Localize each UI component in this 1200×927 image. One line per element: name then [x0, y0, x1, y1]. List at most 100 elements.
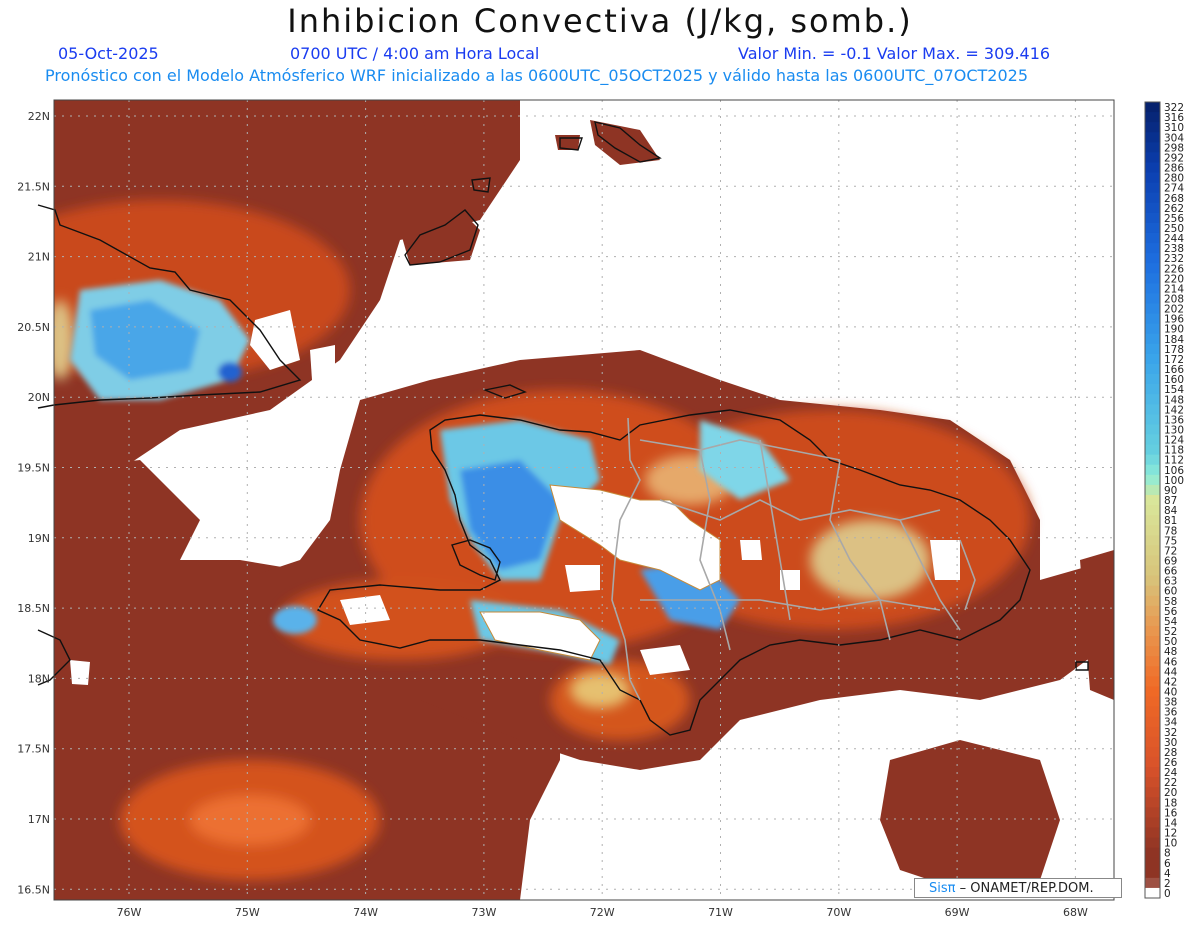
credit-text: – ONAMET/REP.DOM.: [959, 881, 1094, 896]
lat-label: 21N: [28, 251, 50, 264]
colorbar-swatch: [1145, 565, 1160, 577]
lon-label: 69W: [945, 906, 970, 919]
colorbar-swatch: [1145, 313, 1160, 325]
colorbar-swatch: [1145, 343, 1160, 355]
lat-label: 18.5N: [17, 602, 50, 615]
colorbar-swatch: [1145, 787, 1160, 798]
colorbar-swatch: [1145, 182, 1160, 194]
colorbar-swatch: [1145, 817, 1160, 828]
colorbar-swatch: [1145, 474, 1160, 486]
colorbar-swatch: [1145, 877, 1160, 889]
colorbar-swatch: [1145, 414, 1160, 425]
lon-label: 76W: [117, 906, 142, 919]
lon-label: 68W: [1063, 906, 1088, 919]
colorbar-swatch: [1145, 666, 1160, 677]
colorbar-swatch: [1145, 202, 1160, 214]
colorbar-swatch: [1145, 777, 1160, 788]
lon-label: 71W: [708, 906, 733, 919]
lon-label: 72W: [590, 906, 615, 919]
lon-label: 70W: [826, 906, 851, 919]
colorbar-swatch: [1145, 615, 1160, 627]
colorbar-swatch: [1145, 192, 1160, 204]
colorbar-swatch: [1145, 726, 1160, 738]
colorbar-swatch: [1145, 736, 1160, 748]
colorbar-swatch: [1145, 434, 1160, 446]
colorbar-swatch: [1145, 222, 1160, 234]
colorbar-swatch: [1145, 575, 1160, 587]
lon-label: 73W: [471, 906, 496, 919]
colorbar-swatch: [1145, 686, 1160, 697]
colorbar-swatch: [1145, 263, 1160, 274]
colorbar-swatch: [1145, 807, 1160, 818]
lat-label: 16.5N: [17, 883, 50, 896]
colorbar-swatch: [1145, 253, 1160, 264]
colorbar-swatch: [1145, 827, 1160, 839]
lat-label: 18N: [28, 672, 50, 685]
colorbar-swatch: [1145, 293, 1160, 305]
colorbar-swatch: [1145, 646, 1160, 657]
colorbar-swatch: [1145, 494, 1160, 506]
colorbar-swatch: [1145, 585, 1160, 597]
colorbar-swatch: [1145, 102, 1160, 113]
credit-box: Sisπ – ONAMET/REP.DOM.: [914, 878, 1122, 898]
colorbar-swatch: [1145, 505, 1160, 516]
lat-label: 19.5N: [17, 462, 50, 475]
colorbar-swatch: [1145, 374, 1160, 385]
colorbar-swatch: [1145, 716, 1160, 728]
colorbar: 3223163103042982922862802742682622562502…: [1144, 101, 1184, 900]
colorbar-swatch: [1145, 444, 1160, 456]
colorbar-swatch: [1145, 636, 1160, 647]
colorbar-swatch: [1145, 283, 1160, 294]
colorbar-swatch: [1145, 363, 1160, 375]
colorbar-swatch: [1145, 625, 1160, 637]
colorbar-swatch: [1145, 152, 1160, 163]
cin-map: 22N 21.5N 21N 20.5N 20N 19.5N 19N 18.5N 18N 17.5N…: [17, 99, 1184, 919]
colorbar-swatch: [1145, 243, 1160, 254]
colorbar-swatch: [1145, 384, 1160, 395]
lat-label: 20N: [28, 391, 50, 404]
lat-label: 17.5N: [17, 743, 50, 756]
colorbar-swatch: [1145, 273, 1160, 284]
latitude-labels: 22N 21.5N 21N 20.5N 20N 19.5N 19N 18.5N 18N 17.5N…: [17, 110, 50, 896]
colorbar-swatch: [1145, 454, 1160, 466]
colorbar-swatch: [1145, 142, 1160, 153]
colorbar-swatch: [1145, 525, 1160, 536]
lat-label: 20.5N: [17, 321, 50, 334]
colorbar-swatch: [1145, 706, 1160, 718]
colorbar-label: 0: [1164, 888, 1171, 900]
colorbar-swatch: [1145, 404, 1160, 415]
colorbar-swatch: [1145, 162, 1160, 174]
lon-label: 74W: [353, 906, 378, 919]
colorbar-swatch: [1145, 353, 1160, 365]
colorbar-swatch: [1145, 797, 1160, 808]
colorbar-swatch: [1145, 767, 1160, 778]
colorbar-swatch: [1145, 756, 1160, 768]
colorbar-swatch: [1145, 122, 1160, 133]
colorbar-swatch: [1145, 555, 1160, 566]
colorbar-swatch: [1145, 112, 1160, 123]
colorbar-swatch: [1145, 746, 1160, 758]
colorbar-swatch: [1145, 676, 1160, 687]
colorbar-swatch: [1145, 857, 1160, 869]
colorbar-swatch: [1145, 424, 1160, 436]
colorbar-swatch: [1145, 887, 1160, 899]
colorbar-swatch: [1145, 333, 1160, 345]
lat-label: 19N: [28, 532, 50, 545]
longitude-labels: 76W 75W 74W 73W 72W 71W 70W 69W 68W: [117, 906, 1088, 919]
colorbar-swatch: [1145, 656, 1160, 667]
colorbar-swatch: [1145, 323, 1160, 335]
colorbar-swatch: [1145, 394, 1160, 405]
sispi-logo: Sisπ: [929, 881, 956, 896]
colorbar-swatch: [1145, 605, 1160, 617]
lat-label: 22N: [28, 110, 50, 123]
colorbar-swatch: [1145, 464, 1160, 476]
lat-label: 17N: [28, 813, 50, 826]
colorbar-swatch: [1145, 847, 1160, 859]
colorbar-swatch: [1145, 837, 1160, 849]
colorbar-swatch: [1145, 303, 1160, 315]
colorbar-swatch: [1145, 595, 1160, 607]
colorbar-swatch: [1145, 172, 1160, 184]
colorbar-swatch: [1145, 212, 1160, 224]
colorbar-swatch: [1145, 515, 1160, 526]
colorbar-swatch: [1145, 484, 1160, 496]
